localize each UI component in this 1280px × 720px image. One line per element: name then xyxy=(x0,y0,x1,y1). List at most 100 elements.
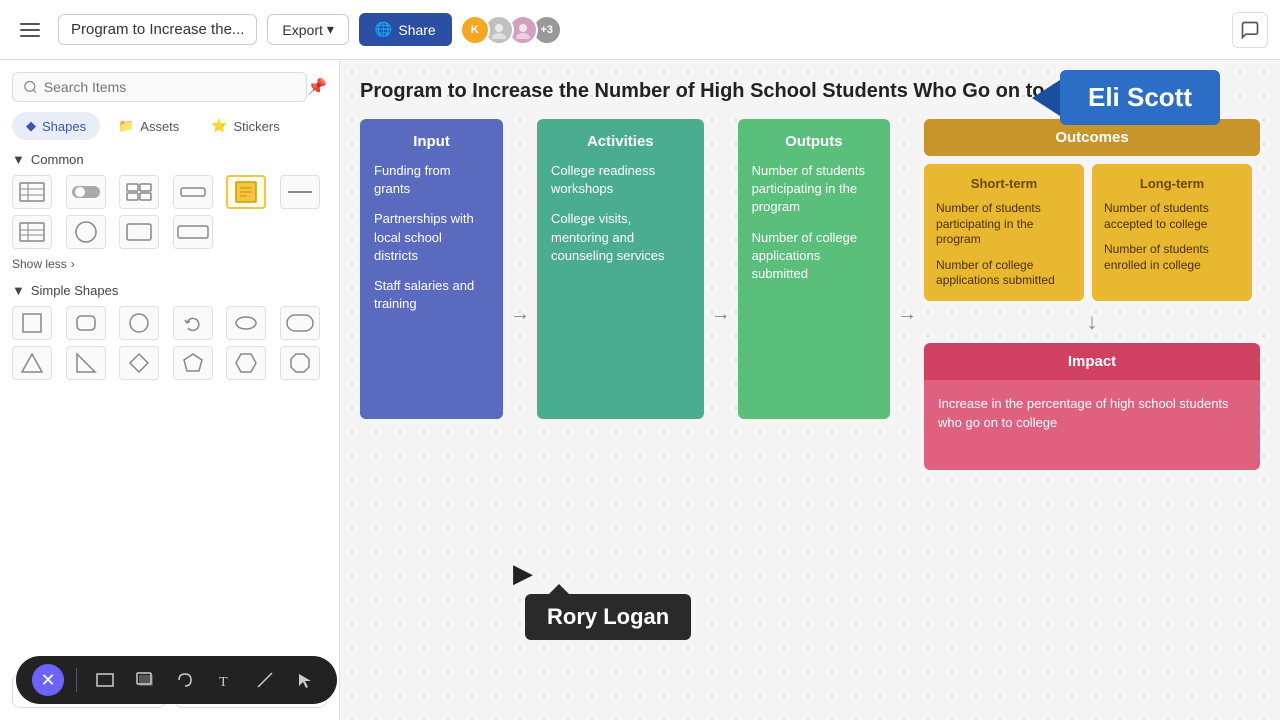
long-term-column: Long-term Number of students accepted to… xyxy=(1092,164,1252,301)
chevron-down-icon-2: ▼ xyxy=(12,283,25,298)
cursor-icon: ▶ xyxy=(513,558,533,589)
simple-ellipse[interactable] xyxy=(226,306,266,340)
input-column: Input Funding from grants Partnerships w… xyxy=(360,119,503,419)
simple-rounded-rect[interactable] xyxy=(66,306,106,340)
share-button[interactable]: 🌐 Share xyxy=(359,13,452,46)
toolbar-text[interactable]: T xyxy=(209,664,241,696)
shape-wide-rect[interactable] xyxy=(173,215,213,249)
eli-scott-area: Eli Scott xyxy=(1032,70,1220,125)
outcomes-columns: Short-term Number of students participat… xyxy=(924,164,1260,301)
impact-box: Impact Increase in the percentage of hig… xyxy=(924,343,1260,470)
long-term-item-1: Number of students accepted to college xyxy=(1104,201,1240,232)
toolbar-curved-rect[interactable] xyxy=(169,664,201,696)
toolbar-rectangle[interactable] xyxy=(89,664,121,696)
shape-toggle[interactable] xyxy=(66,175,106,209)
long-term-item-2: Number of students enrolled in college xyxy=(1104,242,1240,273)
simple-diamond[interactable] xyxy=(119,346,159,380)
chevron-down-icon: ▼ xyxy=(12,152,25,167)
activities-item-2: College visits, mentoring and counseling… xyxy=(551,210,690,265)
short-term-header: Short-term xyxy=(936,176,1072,191)
chevron-right-icon: › xyxy=(71,257,75,271)
long-term-header: Long-term xyxy=(1104,176,1240,191)
input-item-2: Partnerships with local school districts xyxy=(374,210,489,265)
diagram-body: Input Funding from grants Partnerships w… xyxy=(360,119,1260,470)
simple-square[interactable] xyxy=(12,306,52,340)
close-button[interactable]: ✕ xyxy=(32,664,64,696)
shape-yellow-note[interactable] xyxy=(226,175,266,209)
shape-rect[interactable] xyxy=(119,215,159,249)
shape-grid2[interactable] xyxy=(119,175,159,209)
assets-icon: 📁 xyxy=(118,118,134,134)
canvas-area[interactable]: Program to Increase the Number of High S… xyxy=(340,60,1280,720)
short-term-item-1: Number of students participating in the … xyxy=(936,201,1072,248)
simple-hexagon[interactable] xyxy=(226,346,266,380)
input-header: Input xyxy=(374,133,489,150)
short-term-item-2: Number of college applications submitted xyxy=(936,258,1072,289)
tab-stickers[interactable]: ⭐ Stickers xyxy=(197,112,293,140)
stickers-icon: ⭐ xyxy=(211,118,227,134)
search-icon xyxy=(23,79,38,95)
arrow-2: → xyxy=(704,119,738,470)
svg-text:T: T xyxy=(219,675,228,690)
chevron-down-icon: ▾ xyxy=(327,21,334,38)
outputs-item-1: Number of students participating in the … xyxy=(752,162,876,217)
export-button[interactable]: Export ▾ xyxy=(267,14,349,45)
simple-pentagon[interactable] xyxy=(173,346,213,380)
toolbar-shadow-rect[interactable] xyxy=(129,664,161,696)
impact-body: Increase in the percentage of high schoo… xyxy=(924,380,1260,470)
outputs-header: Outputs xyxy=(752,133,876,150)
short-term-column: Short-term Number of students participat… xyxy=(924,164,1084,301)
arrow-3: → xyxy=(890,119,924,470)
search-box[interactable] xyxy=(12,72,307,102)
shapes-icon: ◆ xyxy=(26,118,36,134)
diagram: Program to Increase the Number of High S… xyxy=(360,80,1260,470)
arrow-1: → xyxy=(503,119,537,470)
simple-shapes-section[interactable]: ▼ Simple Shapes xyxy=(12,283,327,298)
simple-undo[interactable] xyxy=(173,306,213,340)
tab-shapes[interactable]: ◆ Shapes xyxy=(12,112,100,140)
shape-circle[interactable] xyxy=(66,215,106,249)
common-section[interactable]: ▼ Common xyxy=(12,152,327,167)
left-panel: 📌 ◆ Shapes 📁 Assets ⭐ Stickers ▼ Common xyxy=(0,60,340,720)
activities-header: Activities xyxy=(551,133,690,150)
pin-button[interactable]: 📌 xyxy=(307,77,327,97)
simple-triangle[interactable] xyxy=(12,346,52,380)
outputs-column: Outputs Number of students participating… xyxy=(738,119,890,419)
shape-table[interactable] xyxy=(12,175,52,209)
tab-assets[interactable]: 📁 Assets xyxy=(104,112,193,140)
menu-button[interactable] xyxy=(12,12,48,48)
search-input[interactable] xyxy=(44,79,296,95)
simple-circle[interactable] xyxy=(119,306,159,340)
impact-header: Impact xyxy=(924,343,1260,380)
avatar-group: K +3 xyxy=(466,15,562,45)
simple-stadium[interactable] xyxy=(280,306,320,340)
rory-logan-tooltip: Rory Logan xyxy=(525,594,691,640)
outputs-item-2: Number of college applications submitted xyxy=(752,229,876,284)
shape-list[interactable] xyxy=(12,215,52,249)
eli-scott-arrow xyxy=(1032,80,1060,116)
shape-bar[interactable] xyxy=(173,175,213,209)
avatar-k[interactable]: K xyxy=(460,15,490,45)
topbar: Program to Increase the... Export ▾ 🌐 Sh… xyxy=(0,0,1280,60)
outcomes-impact-area: Outcomes Short-term Number of students p… xyxy=(924,119,1260,470)
document-title[interactable]: Program to Increase the... xyxy=(58,14,257,45)
main-layout: 📌 ◆ Shapes 📁 Assets ⭐ Stickers ▼ Common xyxy=(0,60,1280,720)
simple-shapes-grid xyxy=(12,306,327,380)
shape-tabs: ◆ Shapes 📁 Assets ⭐ Stickers xyxy=(12,112,327,140)
bottom-toolbar: ✕ T xyxy=(16,656,337,704)
toolbar-line[interactable] xyxy=(249,664,281,696)
tooltip-arrow xyxy=(549,584,569,594)
panel-header: 📌 xyxy=(12,72,327,102)
eli-scott-label: Eli Scott xyxy=(1060,70,1220,125)
toolbar-pointer[interactable] xyxy=(289,664,321,696)
globe-icon: 🌐 xyxy=(375,21,392,38)
simple-octagon[interactable] xyxy=(280,346,320,380)
rory-logan-area: ▶ Rory Logan xyxy=(525,594,691,640)
common-shapes-grid xyxy=(12,175,327,249)
comment-button[interactable] xyxy=(1232,12,1268,48)
activities-column: Activities College readiness workshops C… xyxy=(537,119,704,419)
activities-item-1: College readiness workshops xyxy=(551,162,690,198)
show-less-button[interactable]: Show less › xyxy=(12,257,327,271)
simple-right-triangle[interactable] xyxy=(66,346,106,380)
shape-minus[interactable] xyxy=(280,175,320,209)
